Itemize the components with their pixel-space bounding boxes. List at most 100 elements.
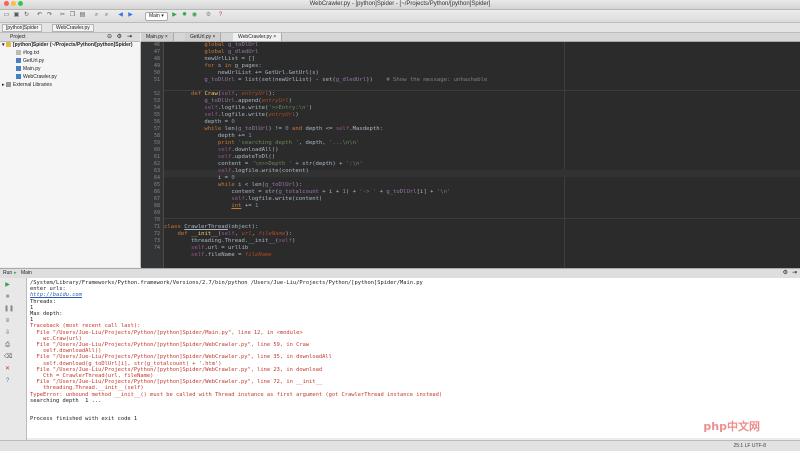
breadcrumb-project[interactable]: [python]Spider bbox=[2, 24, 43, 32]
coverage-icon[interactable]: ◉ bbox=[191, 12, 198, 19]
window-title: WebCrawler.py - [python]Spider - [~/Proj… bbox=[309, 1, 491, 7]
code-line: print 'searching depth ', depth, '...\n\… bbox=[217, 140, 360, 146]
status-bar: 25:1 LF UTF-8 bbox=[0, 440, 800, 451]
tree-file-label: #log.txt bbox=[23, 50, 40, 56]
sync-icon[interactable]: ↻ bbox=[23, 12, 30, 19]
cursor-position[interactable]: 25:1 bbox=[733, 443, 743, 449]
print-icon[interactable]: ⎙ bbox=[4, 342, 11, 349]
editor-tab[interactable]: Main.py × bbox=[141, 33, 174, 41]
tree-item-file[interactable]: WebCrawler.py bbox=[16, 74, 57, 81]
help-icon[interactable]: ? bbox=[217, 12, 224, 19]
python-run-icon: ▸ bbox=[14, 270, 17, 276]
soft-wrap-icon[interactable]: ≡ bbox=[4, 318, 11, 325]
settings-icon[interactable]: ⚙ bbox=[117, 33, 122, 40]
editor-tab-active[interactable]: WebCrawler.py × bbox=[233, 33, 283, 41]
watermark-logo: php中文网 bbox=[703, 420, 760, 433]
run-config-tab[interactable]: Main bbox=[21, 270, 32, 276]
right-margin-guide bbox=[564, 42, 565, 268]
line-number: 53 bbox=[153, 98, 160, 104]
code-line: for s in g_pages: bbox=[204, 63, 262, 69]
find-icon[interactable]: ⌕ bbox=[93, 12, 100, 19]
cut-icon[interactable]: ✂ bbox=[59, 12, 66, 19]
tree-file-label: Main.py bbox=[23, 66, 41, 72]
text-file-icon bbox=[16, 50, 21, 55]
project-tree: ▾ [python]Spider (~/Projects/Python/[pyt… bbox=[0, 42, 141, 267]
line-number: 59 bbox=[153, 140, 160, 146]
code-line: threading.Thread.__init__(self) bbox=[164, 238, 296, 244]
code-editor[interactable]: global g_toDlUrl global g_dledUrl newUrl… bbox=[164, 42, 800, 268]
settings-icon[interactable]: ⚙ bbox=[205, 12, 212, 19]
console-output[interactable]: /System/Library/Frameworks/Python.framew… bbox=[27, 278, 800, 438]
tree-item-file[interactable]: #log.txt bbox=[16, 50, 39, 57]
tree-item-root[interactable]: ▾ [python]Spider (~/Projects/Python/[pyt… bbox=[2, 42, 133, 49]
save-icon[interactable]: ▣ bbox=[13, 12, 20, 19]
run-tool-tab[interactable]: Run bbox=[3, 270, 12, 276]
settings-icon[interactable]: ⚙ bbox=[783, 269, 788, 276]
line-number: 56 bbox=[153, 119, 160, 125]
line-number: 69 bbox=[153, 210, 160, 216]
line-number: 68 bbox=[153, 203, 160, 209]
forward-icon[interactable]: ▶ bbox=[127, 12, 134, 19]
code-line: self.url = urllib bbox=[190, 245, 249, 251]
main-toolbar: ▭ ▣ ↻ ↶ ↷ ✂ ❐ ▤ ⌕ ⌕ ◀ ▶ Main ▾ ▶ ✹ ◉ ⚙ ? bbox=[0, 10, 800, 23]
help-icon[interactable]: ? bbox=[4, 378, 11, 385]
navigation-bar: [python]Spider WebCrawler.py bbox=[0, 23, 800, 33]
python-file-icon bbox=[16, 66, 21, 71]
line-number: 46 bbox=[153, 42, 160, 48]
run-icon[interactable]: ▶ bbox=[171, 12, 178, 19]
code-line: global g_toDlUrl bbox=[204, 42, 259, 48]
line-separator[interactable]: LF bbox=[745, 443, 751, 449]
replace-icon[interactable]: ⌕ bbox=[103, 12, 110, 19]
collapse-all-icon[interactable]: ⊝ bbox=[107, 33, 112, 40]
hide-panel-icon[interactable]: ⇥ bbox=[127, 33, 132, 40]
hide-panel-icon[interactable]: ⇥ bbox=[792, 269, 797, 276]
run-toolbar: ▶ ■ ❚❚ ≡ ⇩ ⎙ ⌫ ✕ ? bbox=[0, 278, 27, 450]
editor-tab[interactable]: GetUrl.py × bbox=[185, 33, 222, 41]
breadcrumb-file[interactable]: WebCrawler.py bbox=[52, 24, 94, 32]
folder-icon bbox=[5, 42, 11, 47]
code-line: global g_dledUrl bbox=[204, 49, 259, 55]
line-number: 62 bbox=[153, 161, 160, 167]
status-info: 25:1 LF UTF-8 bbox=[733, 443, 766, 449]
line-number: 67 bbox=[153, 196, 160, 202]
file-encoding[interactable]: UTF-8 bbox=[752, 443, 766, 449]
code-line: newUrlList = [] bbox=[164, 56, 255, 62]
code-line: newUrlList += GetUrl.GetUrl(s) bbox=[164, 70, 319, 76]
tree-item-file[interactable]: GetUrl.py bbox=[16, 58, 44, 65]
line-number: 70 bbox=[153, 217, 160, 223]
copy-icon[interactable]: ❐ bbox=[69, 12, 76, 19]
project-panel-title[interactable]: Project bbox=[10, 34, 26, 40]
code-line: depth += 1 bbox=[164, 133, 252, 139]
library-icon bbox=[5, 82, 11, 87]
rerun-icon[interactable]: ▶ bbox=[4, 282, 11, 289]
stop-icon[interactable]: ■ bbox=[4, 294, 11, 301]
paste-icon[interactable]: ▤ bbox=[79, 12, 86, 19]
run-config-select[interactable]: Main ▾ bbox=[145, 12, 168, 21]
undo-icon[interactable]: ↶ bbox=[36, 12, 43, 19]
open-folder-icon[interactable]: ▭ bbox=[3, 12, 10, 19]
pause-icon[interactable]: ❚❚ bbox=[4, 306, 14, 313]
tree-item-file[interactable]: Main.py bbox=[16, 66, 41, 73]
redo-icon[interactable]: ↷ bbox=[46, 12, 53, 19]
clear-icon[interactable]: ⌫ bbox=[4, 354, 12, 361]
code-line: def Craw(self, entryUrl): bbox=[190, 91, 276, 97]
console-line: /System/Library/Frameworks/Python.framew… bbox=[30, 280, 423, 286]
back-icon[interactable]: ◀ bbox=[117, 12, 124, 19]
tree-item-external-libraries[interactable]: ▸ External Libraries bbox=[2, 82, 52, 89]
editor-tab-label: Main.py bbox=[146, 34, 164, 40]
code-line: class CrawlerThread(object): bbox=[164, 224, 259, 230]
editor-tab-bar: Main.py × GetUrl.py × WebCrawler.py × bbox=[141, 33, 800, 42]
debug-icon[interactable]: ✹ bbox=[181, 12, 188, 19]
close-icon[interactable]: ✕ bbox=[4, 366, 11, 373]
console-line: Max depth: bbox=[30, 311, 63, 317]
line-number: 48 bbox=[153, 56, 160, 62]
line-number: 64 bbox=[153, 175, 160, 181]
line-number: 50 bbox=[153, 70, 160, 76]
line-numbers: 46 47 48 49 50 51 52 53 54 55 56 57 58 59 60 61 62 63 64 65… bbox=[141, 42, 163, 268]
code-line: depth = 0 bbox=[164, 119, 235, 125]
line-number: 52 bbox=[153, 91, 160, 97]
code-line: def __init__(self, url, fileName): bbox=[177, 231, 293, 237]
python-file-icon bbox=[16, 74, 21, 79]
scroll-to-end-icon[interactable]: ⇩ bbox=[4, 330, 11, 337]
run-config-label: Main bbox=[149, 13, 160, 19]
